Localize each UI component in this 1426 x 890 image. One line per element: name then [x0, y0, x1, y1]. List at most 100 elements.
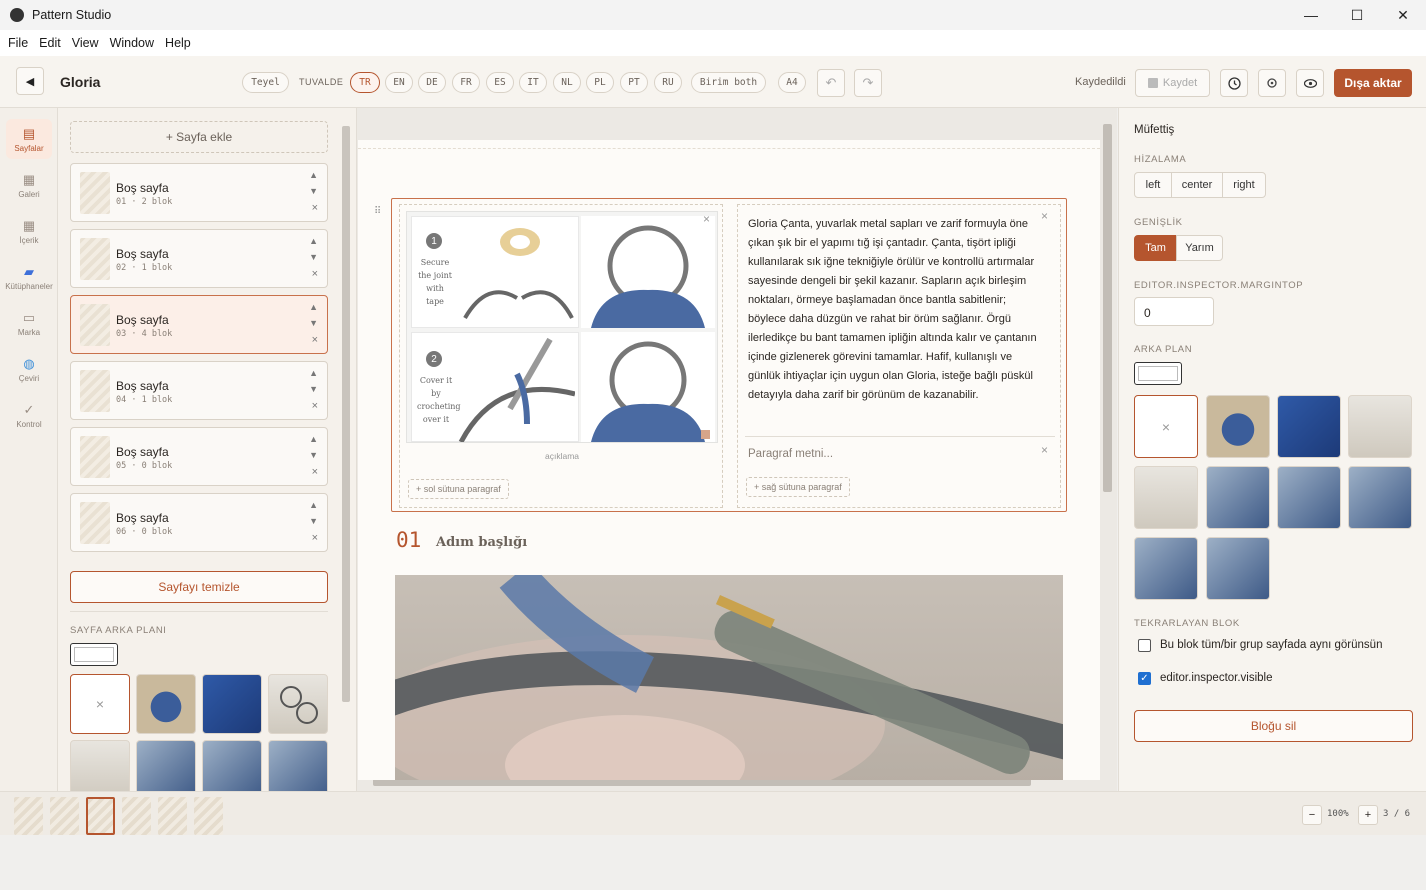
undo-button[interactable]: ↶ [817, 69, 845, 97]
width-full-button[interactable]: Tam [1134, 235, 1177, 261]
rail-translation[interactable]: ◍ Çeviri [6, 349, 52, 389]
delete-page-icon[interactable]: × [312, 400, 318, 412]
menu-help[interactable]: Help [165, 36, 191, 50]
background-image-option[interactable] [136, 674, 196, 734]
menu-window[interactable]: Window [110, 36, 154, 50]
paragraph-text[interactable]: Gloria Çanta, yuvarlak metal sapları ve … [748, 215, 1040, 405]
move-down-icon[interactable]: ▼ [309, 384, 318, 394]
no-background-option[interactable]: × [1134, 395, 1198, 458]
remove-paragraph-icon[interactable]: × [1041, 209, 1048, 223]
move-up-icon[interactable]: ▲ [309, 368, 318, 378]
delete-page-icon[interactable]: × [312, 466, 318, 478]
two-column-block[interactable]: 1 Secure the joint with tape 2 Cover it … [391, 198, 1067, 512]
language-en-button[interactable]: EN [385, 72, 413, 93]
rail-content[interactable]: ▦ İçerik [6, 211, 52, 251]
minimize-button[interactable]: — [1288, 0, 1334, 30]
rail-pages[interactable]: ▤ Sayfalar [6, 119, 52, 159]
repeat-checkbox[interactable] [1138, 639, 1151, 652]
menu-view[interactable]: View [72, 36, 99, 50]
save-button[interactable]: Kaydet [1135, 69, 1210, 97]
step-title[interactable]: Adım başlığı [436, 535, 527, 550]
drag-handle-icon[interactable]: ⠿ [374, 206, 381, 217]
page-thumbnail[interactable] [122, 797, 151, 835]
page-card[interactable]: Boş sayfa 06 · 0 blok ▲ ▼ × [70, 493, 328, 552]
unit-selector[interactable]: Birim both [691, 72, 766, 93]
page-thumbnail[interactable] [194, 797, 223, 835]
move-up-icon[interactable]: ▲ [309, 434, 318, 444]
move-up-icon[interactable]: ▲ [309, 302, 318, 312]
page-card[interactable]: Boş sayfa 04 · 1 blok ▲ ▼ × [70, 361, 328, 420]
zoom-out-button[interactable]: − [1302, 805, 1322, 825]
page-card[interactable]: Boş sayfa 02 · 1 blok ▲ ▼ × [70, 229, 328, 288]
background-image-option[interactable] [1348, 395, 1412, 458]
remove-paragraph-icon[interactable]: × [1041, 443, 1048, 457]
add-right-paragraph-button[interactable]: + sağ sütuna paragraf [746, 477, 850, 497]
menu-file[interactable]: File [8, 36, 28, 50]
align-left-button[interactable]: left [1134, 172, 1172, 198]
move-down-icon[interactable]: ▼ [309, 186, 318, 196]
add-left-paragraph-button[interactable]: + sol sütuna paragraf [408, 479, 509, 499]
background-image-option[interactable] [1277, 466, 1341, 529]
move-up-icon[interactable]: ▲ [309, 170, 318, 180]
clear-page-button[interactable]: Sayfayı temizle [70, 571, 328, 603]
background-image-option[interactable] [202, 674, 262, 734]
remove-image-icon[interactable]: × [703, 212, 710, 226]
rail-brand[interactable]: ▭ Marka [6, 303, 52, 343]
redo-button[interactable]: ↷ [854, 69, 882, 97]
background-image-option[interactable] [268, 740, 328, 791]
language-de-button[interactable]: DE [418, 72, 446, 93]
menu-edit[interactable]: Edit [39, 36, 61, 50]
margin-top-input[interactable]: 0 [1134, 297, 1214, 326]
export-button[interactable]: Dışa aktar [1334, 69, 1412, 97]
maximize-button[interactable]: ☐ [1334, 0, 1380, 30]
page-color-swatch[interactable] [70, 643, 118, 666]
tutorial-image[interactable]: 1 Secure the joint with tape 2 Cover it … [406, 211, 718, 443]
visible-checkbox-label[interactable]: editor.inspector.visible [1160, 672, 1273, 684]
page-thumbnail[interactable] [158, 797, 187, 835]
repeat-checkbox-label[interactable]: Bu blok tüm/bir grup sayfada aynı görüns… [1160, 639, 1382, 651]
align-right-button[interactable]: right [1222, 172, 1266, 198]
teyel-button[interactable]: Teyel [242, 72, 289, 93]
close-window-button[interactable]: ✕ [1380, 0, 1426, 30]
delete-page-icon[interactable]: × [312, 202, 318, 214]
settings-button[interactable] [1258, 69, 1286, 97]
language-es-button[interactable]: ES [486, 72, 514, 93]
language-fr-button[interactable]: FR [452, 72, 480, 93]
background-image-option[interactable] [202, 740, 262, 791]
width-half-button[interactable]: Yarım [1176, 235, 1223, 261]
language-pt-button[interactable]: PT [620, 72, 648, 93]
move-down-icon[interactable]: ▼ [309, 516, 318, 526]
background-image-option[interactable] [1277, 395, 1341, 458]
paragraph-input[interactable]: Paragraf metni... [748, 448, 833, 460]
page-card[interactable]: Boş sayfa 05 · 0 blok ▲ ▼ × [70, 427, 328, 486]
background-image-option[interactable] [1206, 466, 1270, 529]
rail-libraries[interactable]: ▰ Kütüphaneler [5, 257, 53, 297]
visible-checkbox[interactable]: ✓ [1138, 672, 1151, 685]
language-it-button[interactable]: IT [519, 72, 547, 93]
rail-check[interactable]: ✓ Kontrol [6, 395, 52, 435]
paper-size-selector[interactable]: A4 [778, 72, 806, 93]
canvas-vertical-scrollbar[interactable] [1103, 124, 1112, 492]
back-button[interactable]: ◀ [16, 67, 44, 95]
delete-page-icon[interactable]: × [312, 268, 318, 280]
align-center-button[interactable]: center [1171, 172, 1223, 198]
delete-page-icon[interactable]: × [312, 334, 318, 346]
background-image-option[interactable] [268, 674, 328, 734]
page-card[interactable]: Boş sayfa 01 · 2 blok ▲ ▼ × [70, 163, 328, 222]
history-button[interactable] [1220, 69, 1248, 97]
no-background-option[interactable]: × [70, 674, 130, 734]
add-page-button[interactable]: + Sayfa ekle [70, 121, 328, 153]
language-nl-button[interactable]: NL [553, 72, 581, 93]
preview-button[interactable] [1296, 69, 1324, 97]
background-image-option[interactable] [70, 740, 130, 791]
image-caption[interactable]: açıklama [400, 451, 724, 461]
move-up-icon[interactable]: ▲ [309, 500, 318, 510]
language-pl-button[interactable]: PL [586, 72, 614, 93]
move-up-icon[interactable]: ▲ [309, 236, 318, 246]
page-thumbnail[interactable] [86, 797, 115, 835]
page-card[interactable]: Boş sayfa 03 · 4 blok ▲ ▼ × [70, 295, 328, 354]
move-down-icon[interactable]: ▼ [309, 252, 318, 262]
move-down-icon[interactable]: ▼ [309, 450, 318, 460]
background-image-option[interactable] [1206, 537, 1270, 600]
rail-gallery[interactable]: ▦ Galeri [6, 165, 52, 205]
